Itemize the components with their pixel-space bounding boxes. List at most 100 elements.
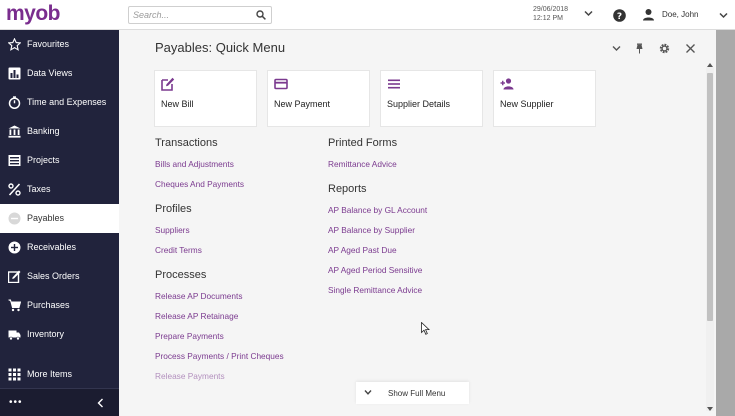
sidebar-item-purchases[interactable]: Purchases <box>0 291 119 320</box>
section-title-transactions: Transactions <box>155 137 218 149</box>
scrollbar-thumb[interactable] <box>707 73 713 321</box>
panel-scrollbar[interactable] <box>706 63 714 412</box>
sidebar-item-label: Taxes <box>27 184 51 194</box>
sidebar-item-receivables[interactable]: Receivables <box>0 233 119 262</box>
link-ap-aged-period-sensitive[interactable]: AP Aged Period Sensitive <box>328 265 422 275</box>
sidebar-item-banking[interactable]: Banking <box>0 117 119 146</box>
timer-icon <box>8 96 21 109</box>
edit-icon <box>161 77 175 91</box>
sidebar-item-label: More Items <box>27 369 73 379</box>
tile-label: Supplier Details <box>387 99 451 109</box>
link-release-ap-documents[interactable]: Release AP Documents <box>155 291 242 301</box>
section-title-processes: Processes <box>155 269 207 281</box>
header-date: 29/06/2018 <box>533 6 569 13</box>
section-title-reports: Reports <box>328 183 367 195</box>
link-remittance-advice[interactable]: Remittance Advice <box>328 159 397 169</box>
search-icon[interactable] <box>256 10 266 20</box>
chevron-down-icon <box>364 390 372 395</box>
tile-new-payment[interactable]: New Payment <box>267 70 370 127</box>
user-name[interactable]: Doe, John <box>662 10 698 19</box>
svg-text:?: ? <box>617 12 622 22</box>
tile-supplier-details[interactable]: Supplier Details <box>380 70 483 127</box>
search-placeholder: Search... <box>133 10 170 20</box>
sidebar-item-label: Payables <box>27 213 65 223</box>
myob-logo[interactable]: myob <box>6 2 61 26</box>
chevron-left-icon[interactable] <box>96 398 105 408</box>
minus-circle-icon <box>8 212 21 225</box>
sidebar-item-time-and-expenses[interactable]: Time and Expenses <box>0 88 119 117</box>
sidebar-item-label: Banking <box>27 126 60 136</box>
link-release-payments[interactable]: Release Payments <box>155 371 225 381</box>
link-ap-aged-past-due[interactable]: AP Aged Past Due <box>328 245 397 255</box>
list-icon <box>388 79 400 89</box>
close-icon[interactable] <box>685 43 696 54</box>
bank-icon <box>8 125 21 138</box>
tile-new-bill[interactable]: New Bill <box>154 70 257 127</box>
pin-icon[interactable] <box>634 43 645 54</box>
page-title: Payables: Quick Menu <box>155 40 286 55</box>
projects-icon <box>8 155 21 166</box>
sidebar-item-label: Inventory <box>27 329 65 339</box>
link-single-remittance-advice[interactable]: Single Remittance Advice <box>328 285 422 295</box>
show-full-menu-button[interactable]: Show Full Menu <box>356 382 469 404</box>
chevron-down-icon[interactable] <box>719 12 728 19</box>
user-icon[interactable] <box>642 8 655 21</box>
scroll-down-icon[interactable] <box>706 406 714 412</box>
chevron-down-icon[interactable] <box>584 10 593 17</box>
sidebar-item-payables[interactable]: Payables <box>0 204 119 233</box>
search-input[interactable]: Search... <box>128 6 272 24</box>
card-icon <box>274 78 288 90</box>
link-cheques-and-payments[interactable]: Cheques And Payments <box>155 179 244 189</box>
sidebar: Favourites Data Views Time and Expenses … <box>0 30 119 416</box>
mouse-cursor-icon <box>421 322 430 335</box>
sidebar-item-label: Time and Expenses <box>27 97 107 107</box>
top-bar: myob Search... 29/06/2018 12:12 PM ? Doe… <box>0 0 735 30</box>
section-title-printed-forms: Printed Forms <box>328 137 398 149</box>
tile-label: New Supplier <box>500 99 554 109</box>
sidebar-item-sales-orders[interactable]: Sales Orders <box>0 262 119 291</box>
link-release-ap-retainage[interactable]: Release AP Retainage <box>155 311 238 321</box>
tile-label: New Bill <box>161 99 194 109</box>
edit-icon <box>8 270 21 283</box>
sidebar-item-projects[interactable]: Projects <box>0 146 119 175</box>
backdrop-overlay <box>716 30 735 416</box>
link-ap-balance-by-supplier[interactable]: AP Balance by Supplier <box>328 225 415 235</box>
sidebar-item-taxes[interactable]: Taxes <box>0 175 119 204</box>
sidebar-item-favourites[interactable]: Favourites <box>0 30 119 59</box>
sidebar-item-inventory[interactable]: Inventory <box>0 320 119 349</box>
sidebar-item-label: Receivables <box>27 242 77 252</box>
show-full-menu-label: Show Full Menu <box>388 389 446 398</box>
star-icon <box>8 38 21 51</box>
chevron-down-icon[interactable] <box>611 43 622 54</box>
header-time: 12:12 PM <box>533 15 563 22</box>
add-person-icon <box>500 78 514 90</box>
scroll-up-icon[interactable] <box>706 62 714 68</box>
chart-icon <box>8 67 21 80</box>
quick-menu-panel: Payables: Quick Menu New Bill New Paymen… <box>119 30 716 416</box>
sidebar-item-label: Favourites <box>27 39 70 49</box>
more-options-button[interactable]: ••• <box>9 397 23 408</box>
link-process-payments-print-cheques[interactable]: Process Payments / Print Cheques <box>155 351 284 361</box>
link-bills-and-adjustments[interactable]: Bills and Adjustments <box>155 159 234 169</box>
truck-icon <box>8 330 21 341</box>
sidebar-item-label: Projects <box>27 155 60 165</box>
tile-label: New Payment <box>274 99 331 109</box>
link-ap-balance-by-gl-account[interactable]: AP Balance by GL Account <box>328 205 427 215</box>
sidebar-item-label: Purchases <box>27 300 70 310</box>
sidebar-item-data-views[interactable]: Data Views <box>0 59 119 88</box>
plus-circle-icon <box>8 241 21 254</box>
sidebar-item-label: Data Views <box>27 68 73 78</box>
section-title-profiles: Profiles <box>155 203 192 215</box>
link-prepare-payments[interactable]: Prepare Payments <box>155 331 224 341</box>
link-suppliers[interactable]: Suppliers <box>155 225 190 235</box>
grid-icon <box>8 368 21 381</box>
gear-icon[interactable] <box>659 43 670 54</box>
branch-date-selector[interactable]: 29/06/2018 12:12 PM <box>533 5 568 23</box>
cart-icon <box>8 299 21 312</box>
tile-new-supplier[interactable]: New Supplier <box>493 70 596 127</box>
link-credit-terms[interactable]: Credit Terms <box>155 245 202 255</box>
sidebar-item-more-items[interactable]: More Items <box>0 360 119 389</box>
percent-icon <box>8 183 21 196</box>
help-icon[interactable]: ? <box>613 9 626 22</box>
sidebar-item-label: Sales Orders <box>27 271 80 281</box>
